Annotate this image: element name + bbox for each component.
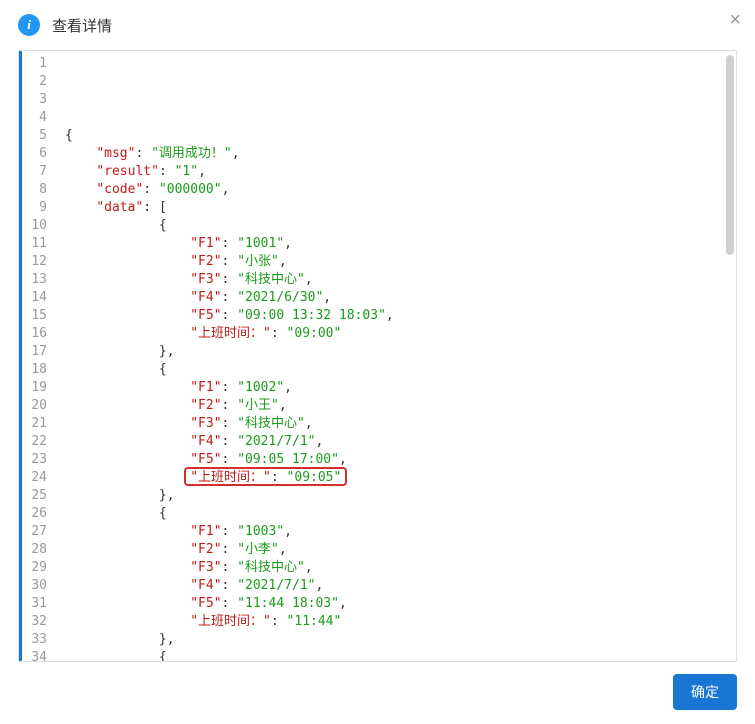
line-number: 33	[22, 631, 57, 649]
code-line: "F2": "小张",	[65, 253, 728, 271]
line-number: 6	[22, 145, 57, 163]
line-number: 27	[22, 523, 57, 541]
code-line: "F5": "09:05 17:00",	[65, 451, 728, 469]
line-number: 20	[22, 397, 57, 415]
code-line: },	[65, 487, 728, 505]
code-line: "上班时间：": "11:44"	[65, 613, 728, 631]
line-numbers: 1234567891011121314151617181920212223242…	[19, 51, 57, 661]
line-number: 13	[22, 271, 57, 289]
code-line: "F2": "小李",	[65, 541, 728, 559]
close-icon[interactable]: ×	[729, 10, 741, 30]
code-line: "F4": "2021/7/1",	[65, 433, 728, 451]
line-number: 8	[22, 181, 57, 199]
line-number: 7	[22, 163, 57, 181]
line-number: 31	[22, 595, 57, 613]
line-number: 10	[22, 217, 57, 235]
code-line: "F5": "11:44 18:03",	[65, 595, 728, 613]
code-viewer: 1234567891011121314151617181920212223242…	[18, 50, 737, 662]
copy-icon[interactable]	[708, 61, 722, 78]
code-line: "F4": "2021/7/1",	[65, 577, 728, 595]
code-line: {	[65, 127, 728, 145]
code-line: },	[65, 631, 728, 649]
code-line: "F5": "09:00 13:32 18:03",	[65, 307, 728, 325]
line-number: 3	[22, 91, 57, 109]
code-line: "F3": "科技中心",	[65, 559, 728, 577]
line-number: 2	[22, 73, 57, 91]
line-number: 18	[22, 361, 57, 379]
code-area[interactable]: { "msg": "调用成功！", "result": "1", "code":…	[57, 51, 736, 661]
dialog-title: 查看详情	[52, 15, 112, 36]
line-number: 4	[22, 109, 57, 127]
line-number: 21	[22, 415, 57, 433]
scrollbar[interactable]	[726, 55, 734, 255]
line-number: 23	[22, 451, 57, 469]
code-line: "F2": "小王",	[65, 397, 728, 415]
dialog-footer: 确定	[673, 674, 737, 710]
line-number: 11	[22, 235, 57, 253]
line-number: 30	[22, 577, 57, 595]
line-number: 28	[22, 541, 57, 559]
line-number: 26	[22, 505, 57, 523]
code-line: "F1": "1003",	[65, 523, 728, 541]
line-number: 16	[22, 325, 57, 343]
line-number: 15	[22, 307, 57, 325]
code-line: {	[65, 649, 728, 662]
line-number: 12	[22, 253, 57, 271]
line-number: 1	[22, 55, 57, 73]
code-line: {	[65, 217, 728, 235]
code-line: "code": "000000",	[65, 181, 728, 199]
line-number: 32	[22, 613, 57, 631]
code-line: "F1": "1001",	[65, 235, 728, 253]
dialog-header: i 查看详情 ×	[0, 0, 755, 50]
line-number: 29	[22, 559, 57, 577]
code-line: },	[65, 343, 728, 361]
info-icon: i	[18, 14, 40, 36]
code-line: "F3": "科技中心",	[65, 415, 728, 433]
code-line: "data": [	[65, 199, 728, 217]
confirm-button[interactable]: 确定	[673, 674, 737, 710]
code-line: "上班时间：": "09:05"	[65, 469, 728, 487]
code-line: {	[65, 505, 728, 523]
line-number: 24	[22, 469, 57, 487]
code-line: "上班时间：": "09:00"	[65, 325, 728, 343]
line-number: 34	[22, 649, 57, 662]
line-number: 14	[22, 289, 57, 307]
code-line: "msg": "调用成功！",	[65, 145, 728, 163]
line-number: 19	[22, 379, 57, 397]
code-line: "F3": "科技中心",	[65, 271, 728, 289]
line-number: 22	[22, 433, 57, 451]
code-line: "F1": "1002",	[65, 379, 728, 397]
line-number: 5	[22, 127, 57, 145]
code-line: "F4": "2021/6/30",	[65, 289, 728, 307]
line-number: 9	[22, 199, 57, 217]
line-number: 25	[22, 487, 57, 505]
code-line: "result": "1",	[65, 163, 728, 181]
line-number: 17	[22, 343, 57, 361]
code-line: {	[65, 361, 728, 379]
